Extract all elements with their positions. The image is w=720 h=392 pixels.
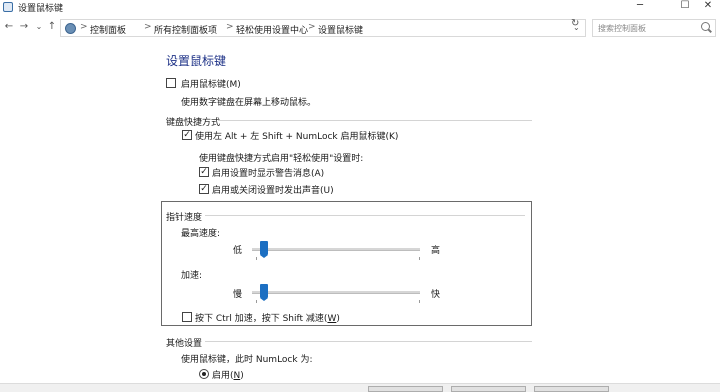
- numlock-on-text: 启用(: [212, 371, 234, 381]
- numlock-on-label[interactable]: 启用(N): [212, 368, 244, 381]
- search-placeholder: 搜索控制面板: [598, 24, 646, 33]
- enable-mousekeys-description: 使用数字键盘在屏幕上移动鼠标。: [181, 98, 317, 108]
- breadcrumb-separator: >: [80, 22, 88, 32]
- enable-mousekeys-label[interactable]: 启用鼠标键(M): [181, 77, 241, 90]
- acceleration-slider-track[interactable]: [252, 291, 420, 294]
- breadcrumb-mouse-keys[interactable]: 设置鼠标键: [318, 23, 363, 36]
- make-sound-label[interactable]: 启用或关闭设置时发出声音(U): [212, 183, 334, 196]
- maximize-button[interactable]: ☐: [674, 0, 696, 14]
- up-button[interactable]: ↑: [46, 20, 58, 34]
- breadcrumb-control-panel[interactable]: 控制面板: [90, 23, 126, 36]
- make-sound-checkbox[interactable]: ✓: [199, 184, 209, 194]
- ctrl-shift-access-key: W: [327, 314, 337, 324]
- apply-button[interactable]: [534, 386, 609, 392]
- breadcrumb-separator: >: [226, 22, 234, 32]
- recent-locations-button[interactable]: ⌄: [33, 20, 45, 34]
- ctrl-shift-label-text: 按下 Ctrl 加速，按下 Shift 减速(: [195, 314, 328, 324]
- window-title: 设置鼠标键: [18, 4, 64, 14]
- radio-selected-dot: [202, 372, 206, 376]
- group-divider: [205, 215, 525, 216]
- page-title: 设置鼠标键: [166, 54, 227, 68]
- use-shortcut-label[interactable]: 使用左 Alt + 左 Shift + NumLock 启用鼠标键(K): [195, 129, 398, 142]
- top-speed-high-label: 高: [431, 246, 441, 256]
- ctrl-shift-speed-checkbox[interactable]: [182, 312, 192, 322]
- slider-tick: [419, 300, 420, 303]
- slider-tick: [256, 300, 257, 303]
- ctrl-shift-speed-label[interactable]: 按下 Ctrl 加速，按下 Shift 减速(W): [195, 311, 340, 324]
- control-panel-icon: [65, 23, 76, 34]
- pointer-speed-title: 指针速度: [166, 213, 203, 223]
- top-speed-slider-track[interactable]: [252, 248, 420, 251]
- group-divider: [205, 341, 532, 342]
- top-speed-slider-thumb[interactable]: [260, 241, 268, 258]
- slider-tick: [256, 257, 257, 260]
- cancel-button[interactable]: [451, 386, 526, 392]
- numlock-description: 使用鼠标键，此时 NumLock 为:: [181, 355, 313, 365]
- navigation-bar: ← → ⌄ ↑ > 控制面板 > 所有控制面板项 > 轻松使用设置中心 > 设置…: [0, 16, 720, 38]
- breadcrumb-ease-of-access[interactable]: 轻松使用设置中心: [236, 23, 308, 36]
- acceleration-slider-thumb[interactable]: [260, 284, 268, 301]
- minimize-button[interactable]: ─: [629, 0, 651, 14]
- breadcrumb-separator: >: [144, 22, 152, 32]
- shortcut-group-title: 键盘快捷方式: [166, 118, 221, 128]
- show-warning-checkbox[interactable]: ✓: [199, 167, 209, 177]
- footer-bar: [0, 383, 720, 392]
- ok-button[interactable]: [368, 386, 443, 392]
- ctrl-shift-label-suffix: ): [336, 314, 340, 324]
- close-button[interactable]: ✕: [697, 0, 719, 14]
- numlock-on-radio[interactable]: [199, 369, 209, 379]
- address-bar[interactable]: > 控制面板 > 所有控制面板项 > 轻松使用设置中心 > 设置鼠标键 ⌄: [60, 19, 586, 37]
- enable-mousekeys-checkbox[interactable]: [166, 78, 176, 88]
- search-box[interactable]: 搜索控制面板: [592, 19, 716, 37]
- forward-button[interactable]: →: [18, 20, 30, 34]
- refresh-button[interactable]: ↻: [571, 18, 579, 29]
- shortcut-when-description: 使用键盘快捷方式启用"轻松使用"设置时:: [199, 154, 364, 164]
- numlock-on-suffix: ): [240, 371, 244, 381]
- group-divider: [218, 120, 532, 121]
- top-speed-low-label: 低: [233, 246, 243, 256]
- top-speed-label: 最高速度:: [181, 229, 221, 239]
- mouse-settings-icon: [3, 2, 13, 12]
- back-button[interactable]: ←: [3, 20, 15, 34]
- title-bar: 设置鼠标键 ─ ☐ ✕: [0, 0, 720, 14]
- acceleration-high-label: 快: [431, 290, 441, 300]
- acceleration-low-label: 慢: [233, 290, 243, 300]
- pointer-speed-group: [161, 201, 532, 326]
- breadcrumb-all-items[interactable]: 所有控制面板项: [154, 23, 217, 36]
- other-settings-title: 其他设置: [166, 339, 203, 349]
- acceleration-label: 加速:: [181, 271, 203, 281]
- show-warning-label[interactable]: 启用设置时显示警告消息(A): [212, 166, 324, 179]
- slider-tick: [419, 257, 420, 260]
- search-icon[interactable]: [701, 22, 710, 31]
- breadcrumb-separator: >: [308, 22, 316, 32]
- use-shortcut-checkbox[interactable]: ✓: [182, 130, 192, 140]
